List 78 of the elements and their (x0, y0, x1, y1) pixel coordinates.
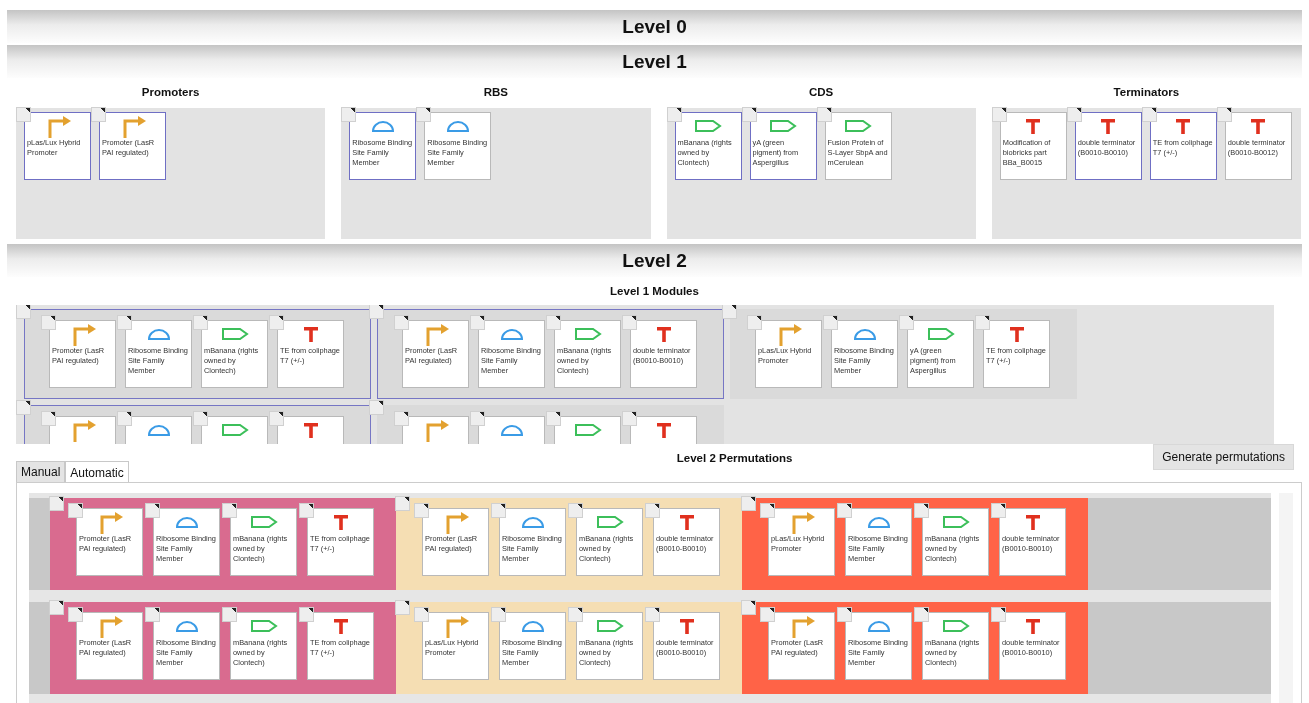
drag-handle[interactable] (741, 600, 756, 615)
section-header: Level 2 (7, 244, 1302, 277)
tab[interactable]: Automatic (65, 461, 129, 482)
drag-handle[interactable] (68, 607, 83, 622)
drag-handle[interactable] (299, 607, 314, 622)
drag-handle[interactable] (145, 607, 160, 622)
drag-handle[interactable] (414, 503, 429, 518)
drag-handle[interactable] (416, 107, 432, 122)
drag-handle[interactable] (645, 503, 660, 518)
drag-handle[interactable] (568, 503, 583, 518)
drag-handle[interactable] (394, 315, 409, 330)
drag-handle[interactable] (41, 411, 56, 426)
drag-handle[interactable] (395, 600, 410, 615)
group-title: Terminators (1113, 86, 1180, 98)
drag-handle[interactable] (760, 607, 775, 622)
drag-handle[interactable] (145, 503, 160, 518)
drag-handle[interactable] (269, 315, 284, 330)
section-header: Level 1 (7, 45, 1302, 78)
drag-handle[interactable] (991, 503, 1006, 518)
drag-handle[interactable] (622, 315, 637, 330)
drag-handle[interactable] (899, 315, 914, 330)
drag-handle[interactable] (741, 496, 756, 511)
drag-handle[interactable] (816, 107, 832, 122)
drag-handle[interactable] (41, 315, 56, 330)
drag-handle[interactable] (299, 503, 314, 518)
drag-handle[interactable] (722, 305, 737, 319)
drag-handle[interactable] (760, 503, 775, 518)
drag-handle[interactable] (568, 607, 583, 622)
drag-handle[interactable] (1066, 107, 1082, 122)
drag-handle[interactable] (741, 107, 757, 122)
drag-handle[interactable] (1141, 107, 1157, 122)
drag-handle[interactable] (16, 400, 31, 415)
drag-handle[interactable] (16, 107, 31, 122)
drag-handle[interactable] (491, 503, 506, 518)
drag-handle[interactable] (837, 607, 852, 622)
drag-handle[interactable] (991, 107, 1007, 122)
drag-handle[interactable] (117, 315, 132, 330)
drag-handle[interactable] (222, 607, 237, 622)
generate-button[interactable]: Generate permutations (1153, 444, 1294, 470)
drag-handle[interactable] (341, 107, 357, 122)
drag-handle[interactable] (747, 315, 762, 330)
drag-handle[interactable] (193, 411, 208, 426)
drag-handle[interactable] (645, 607, 660, 622)
group-title: CDS (809, 86, 834, 98)
drag-handle[interactable] (222, 503, 237, 518)
drag-handle[interactable] (394, 411, 409, 426)
drag-handle[interactable] (914, 503, 929, 518)
drag-handle[interactable] (193, 315, 208, 330)
drag-handle[interactable] (49, 496, 64, 511)
drag-handle[interactable] (369, 305, 384, 319)
drag-handle[interactable] (91, 107, 106, 122)
drag-handle[interactable] (914, 607, 929, 622)
group-title: Promoters (141, 86, 200, 98)
drag-handle[interactable] (622, 411, 637, 426)
drag-handle[interactable] (414, 607, 429, 622)
drag-handle[interactable] (546, 411, 561, 426)
drag-handle[interactable] (395, 496, 410, 511)
drag-handle[interactable] (1216, 107, 1232, 122)
drag-handle[interactable] (975, 315, 990, 330)
drag-handle[interactable] (470, 315, 485, 330)
modules-title: Level 1 Modules (610, 285, 699, 297)
drag-handle[interactable] (68, 503, 83, 518)
drag-handle[interactable] (117, 411, 132, 426)
drag-handle[interactable] (491, 607, 506, 622)
drag-handle[interactable] (823, 315, 838, 330)
drag-handle[interactable] (991, 607, 1006, 622)
drag-handle[interactable] (837, 503, 852, 518)
tab[interactable]: Manual (16, 461, 66, 482)
drag-handle[interactable] (16, 305, 31, 319)
section-header: Level 0 (7, 10, 1302, 43)
drag-handle[interactable] (546, 315, 561, 330)
drag-handle[interactable] (470, 411, 485, 426)
permutations-title: Level 2 Permutations (676, 452, 793, 464)
drag-handle[interactable] (269, 411, 284, 426)
drag-handle[interactable] (666, 107, 682, 122)
group-title: RBS (483, 86, 508, 98)
drag-handle[interactable] (369, 400, 384, 415)
drag-handle[interactable] (49, 600, 64, 615)
